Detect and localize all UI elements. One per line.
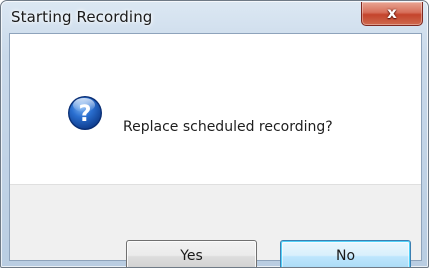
dialog-window: Starting Recording x ? Replace scheduled… [0, 0, 429, 268]
button-bar: Yes No [10, 184, 421, 267]
no-button-label: No [335, 248, 356, 264]
no-button[interactable]: No [280, 240, 411, 267]
svg-text:?: ? [79, 102, 92, 127]
question-icon: ? [68, 96, 102, 130]
title-bar[interactable]: Starting Recording x [1, 1, 428, 33]
dialog-body: ? Replace scheduled recording? Yes No [9, 33, 422, 267]
yes-button[interactable]: Yes [126, 240, 257, 267]
close-icon: x [387, 3, 397, 22]
close-button[interactable]: x [361, 2, 423, 26]
window-title: Starting Recording [11, 8, 153, 26]
message-text: Replace scheduled recording? [123, 119, 333, 135]
message-panel: ? Replace scheduled recording? [10, 34, 421, 184]
yes-button-label: Yes [180, 248, 203, 264]
